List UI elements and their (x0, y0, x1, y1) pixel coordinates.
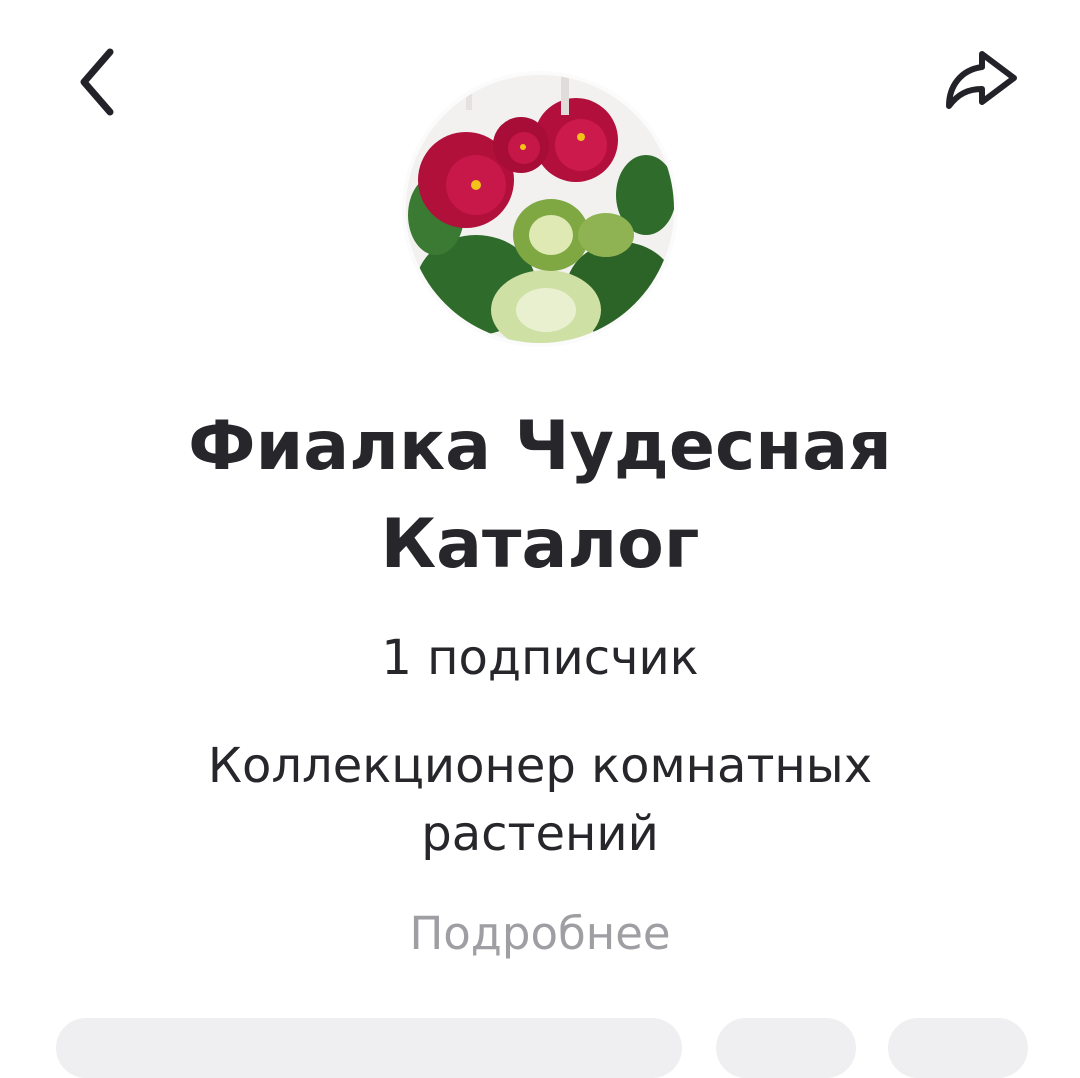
subscribers-count: 1 (381, 630, 412, 686)
violet-flower-image (406, 75, 674, 343)
description-line-2: растений (421, 806, 659, 862)
avatar[interactable] (406, 75, 674, 343)
share-arrow-icon (946, 51, 1017, 109)
back-button[interactable] (58, 42, 138, 122)
title-line-2: Каталог (380, 505, 700, 584)
title-line-1: Фиалка Чудесная (188, 407, 892, 486)
chevron-left-icon (80, 48, 114, 116)
page-title: Фиалка Чудесная Каталог (0, 398, 1080, 594)
subscribers-info[interactable]: 1 подписчик (0, 626, 1080, 690)
more-link[interactable]: Подробнее (0, 902, 1080, 966)
action-button-2[interactable] (716, 1018, 856, 1078)
description-line-1: Коллекционер комнатных (207, 738, 873, 794)
subscribers-label: подписчик (427, 630, 699, 686)
subscribe-button[interactable] (56, 1018, 682, 1078)
share-button[interactable] (940, 42, 1020, 122)
action-button-3[interactable] (888, 1018, 1028, 1078)
profile-description: Коллекционер комнатных растений (0, 732, 1080, 868)
